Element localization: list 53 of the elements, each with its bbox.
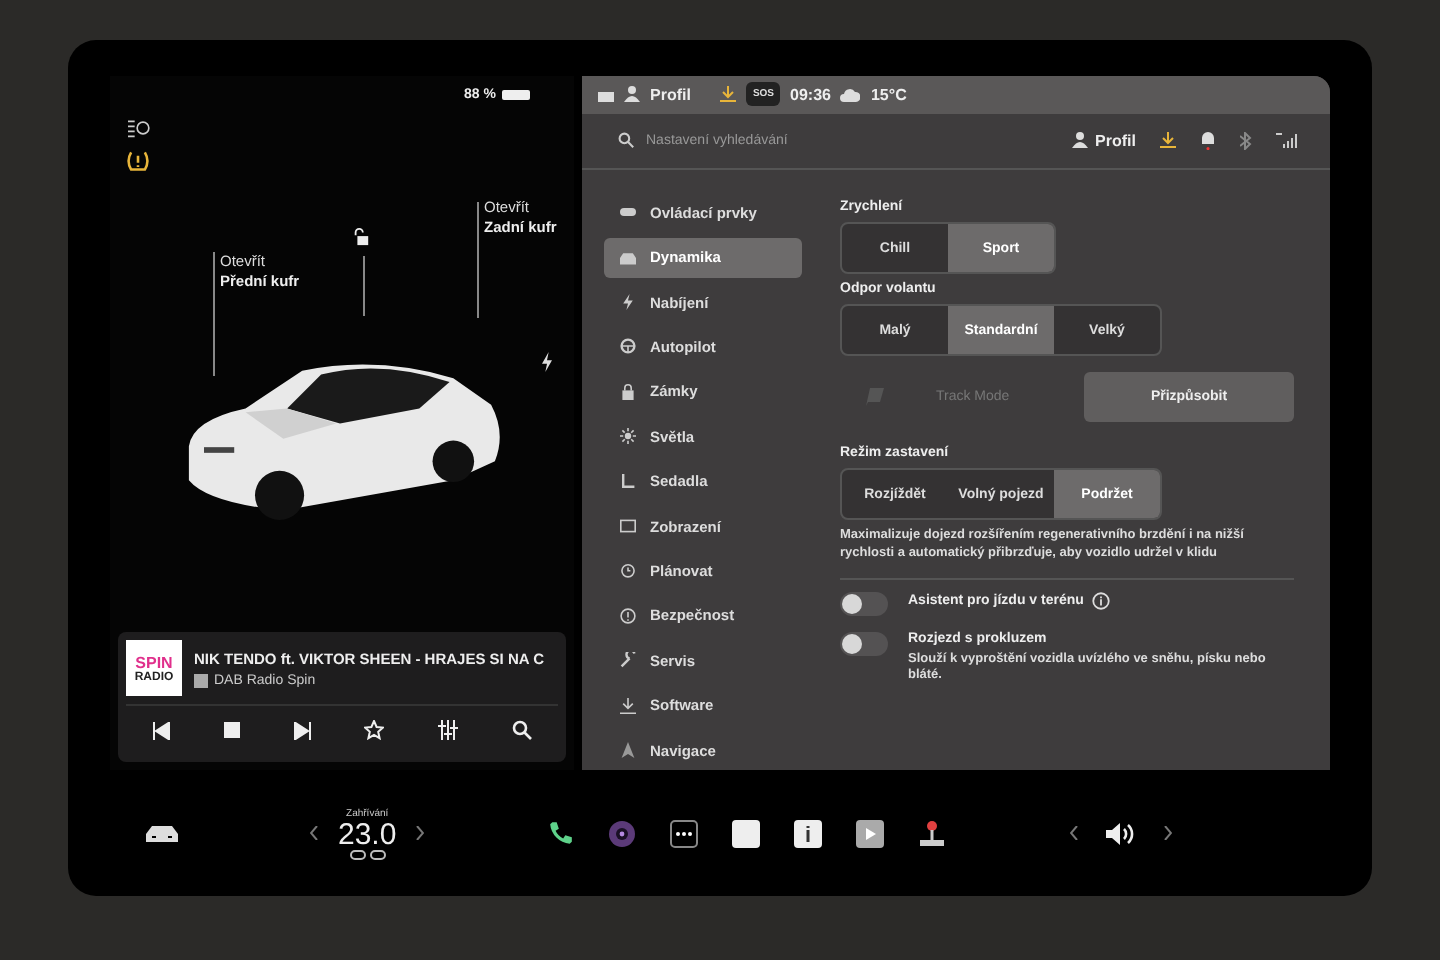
signal-icon: [1276, 132, 1298, 149]
equalizer-icon[interactable]: [437, 720, 458, 740]
sun-icon: [620, 428, 636, 445]
download-icon[interactable]: [720, 86, 737, 103]
previous-icon[interactable]: [152, 721, 171, 739]
seat-icon: [620, 473, 636, 490]
phone-icon[interactable]: [548, 820, 575, 846]
chevron-right-icon[interactable]: [416, 826, 425, 840]
headlight-icon: [126, 118, 150, 138]
unlocked-padlock-icon[interactable]: [352, 228, 370, 246]
nav-icon: [620, 742, 636, 758]
wheel-icon: [620, 338, 636, 355]
joystick-icon[interactable]: [918, 819, 947, 847]
toggle-switch[interactable]: [840, 631, 888, 656]
search-icon[interactable]: [511, 720, 532, 740]
download-icon[interactable]: [1160, 132, 1176, 149]
profile-label[interactable]: Profil: [650, 85, 691, 104]
tire-pressure-icon: [126, 150, 150, 172]
clock-time: 09:36: [790, 85, 831, 104]
leader-line: [362, 256, 366, 316]
chevron-left-icon[interactable]: [310, 826, 318, 840]
person-icon: [1071, 132, 1088, 149]
leader-line: [476, 202, 480, 318]
bell-icon[interactable]: [1200, 130, 1216, 151]
volume-icon[interactable]: [1106, 821, 1137, 845]
cabin-temperature[interactable]: 23.0: [338, 819, 397, 849]
battery-icon: [502, 90, 530, 100]
stop-icon[interactable]: [223, 722, 240, 738]
chevron-left-icon[interactable]: [1070, 826, 1079, 840]
charge-port-bolt-icon[interactable]: [540, 352, 554, 372]
manual-icon[interactable]: [794, 819, 823, 847]
person-icon: [624, 86, 640, 103]
chevron-right-icon[interactable]: [1164, 826, 1173, 840]
search-icon: [618, 132, 634, 149]
car-icon: [620, 249, 636, 266]
video-play-icon[interactable]: [856, 819, 885, 847]
star-icon[interactable]: [364, 720, 385, 740]
display-icon: [620, 518, 636, 535]
notepad-icon[interactable]: [732, 819, 761, 847]
leader-line: [212, 252, 216, 376]
cloud-icon: [840, 87, 861, 102]
next-icon[interactable]: [293, 721, 312, 739]
toggle-switch[interactable]: [840, 591, 888, 616]
seat-heater-icon[interactable]: [349, 849, 386, 859]
more-icon[interactable]: [670, 819, 699, 847]
bolt-icon: [620, 294, 636, 311]
outside-temperature: 15°C: [870, 85, 907, 104]
profile-label[interactable]: Profil: [1095, 131, 1136, 150]
radio-icon: [194, 673, 208, 687]
clock-icon: [620, 562, 636, 579]
bluetooth-icon[interactable]: [1240, 131, 1252, 150]
car-icon[interactable]: [146, 823, 178, 843]
download-icon: [620, 697, 636, 714]
